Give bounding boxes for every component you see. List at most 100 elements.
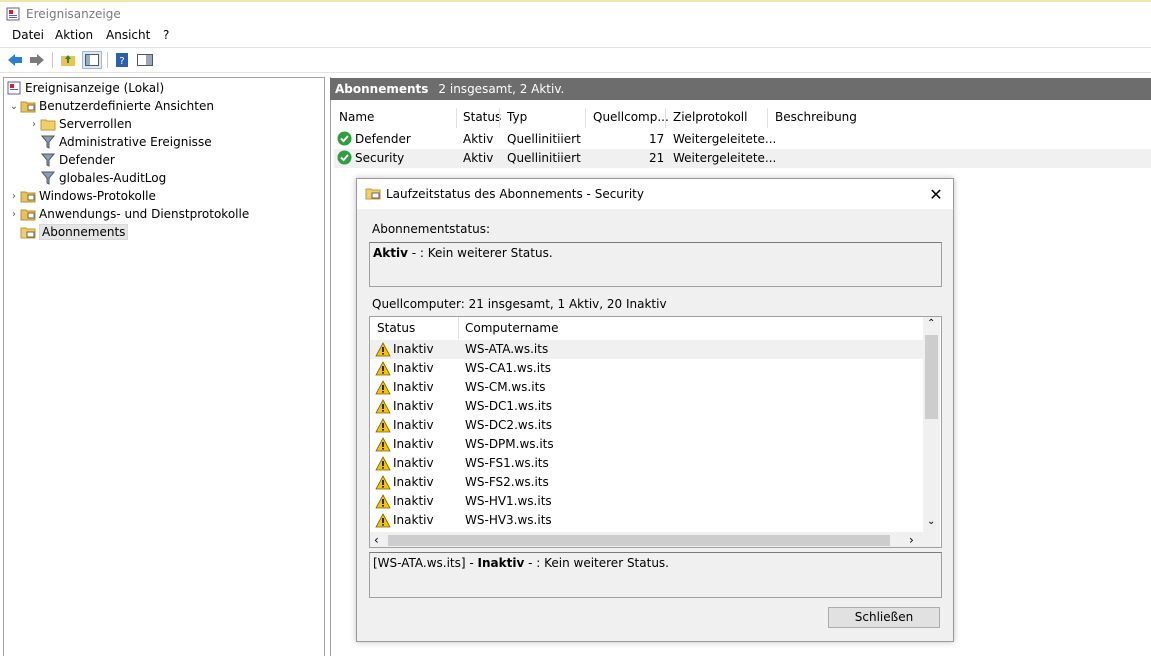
status-field[interactable]: Aktiv - : Kein weiterer Status. xyxy=(369,242,942,287)
menu-aktion[interactable]: Aktion xyxy=(55,28,93,42)
source-computers-label: Quellcomputer: 21 insgesamt, 1 Aktiv, 20… xyxy=(372,297,667,311)
column-header-source[interactable]: Quellcomp... xyxy=(593,110,669,128)
column-header-name[interactable]: Name xyxy=(339,110,374,128)
computer-name: WS-DC1.ws.its xyxy=(465,399,553,413)
window-title: Ereignisanzeige xyxy=(26,7,121,21)
title-bar: Ereignisanzeige xyxy=(0,0,1151,26)
subscription-type: Quellinitiiert xyxy=(507,151,581,165)
tree-label: Abonnements xyxy=(39,224,129,240)
computer-name: WS-DPM.ws.its xyxy=(465,437,554,451)
status-value: Aktiv - : Kein weiterer Status. xyxy=(373,246,553,260)
tree-node-root[interactable]: Ereignisanzeige (Lokal) xyxy=(6,79,164,97)
tree-node-defender[interactable]: Defender xyxy=(40,151,115,169)
toolbar-separator xyxy=(107,52,108,68)
folder-logs-icon xyxy=(20,188,36,204)
list-item[interactable]: Inaktiv WS-HV3.ws.its xyxy=(370,511,923,530)
column-separator[interactable] xyxy=(665,108,666,128)
detail-field[interactable]: [WS-ATA.ws.its] - Inaktiv - : Kein weite… xyxy=(369,552,942,598)
subscription-type: Quellinitiiert xyxy=(507,132,581,146)
subscription-folder-icon xyxy=(365,186,381,203)
tree-node-custom-views[interactable]: ⌄ Benutzerdefinierte Ansichten xyxy=(8,97,214,115)
menu-datei[interactable]: Datei xyxy=(12,28,44,42)
chevron-right-icon[interactable]: › xyxy=(28,119,40,130)
folder-views-icon xyxy=(20,98,36,114)
column-separator[interactable] xyxy=(767,108,768,128)
computer-name: WS-CM.ws.its xyxy=(465,380,546,394)
filter-icon xyxy=(40,134,56,150)
list-item[interactable]: Inaktiv WS-DPM.ws.its xyxy=(370,435,923,454)
table-row[interactable]: Defender Aktiv Quellinitiiert 17 Weiterg… xyxy=(334,130,1151,149)
warning-icon xyxy=(375,437,391,452)
list-item[interactable]: Inaktiv WS-FS1.ws.its xyxy=(370,454,923,473)
warning-icon xyxy=(375,418,391,433)
computer-name: WS-ATA.ws.its xyxy=(465,342,549,356)
list-header-computer[interactable]: Computername xyxy=(465,321,558,335)
console-tree-icon[interactable] xyxy=(82,51,102,69)
subscription-target: Weitergeleitete... xyxy=(673,132,777,146)
subscription-name: Security xyxy=(355,151,405,165)
action-pane-icon[interactable] xyxy=(136,52,154,68)
list-item[interactable]: Inaktiv WS-CA1.ws.its xyxy=(370,359,923,378)
warning-icon xyxy=(375,380,391,395)
table-row[interactable]: Security Aktiv Quellinitiiert 21 Weiterg… xyxy=(334,149,1151,168)
scroll-thumb[interactable] xyxy=(388,535,890,546)
computer-name: WS-FS2.ws.its xyxy=(465,475,549,489)
arrow-back-icon[interactable] xyxy=(6,52,24,68)
list-item[interactable]: Inaktiv WS-ATA.ws.its xyxy=(370,340,923,359)
tree-node-windows-logs[interactable]: › Windows-Protokolle xyxy=(8,187,156,205)
svg-text:?: ? xyxy=(119,56,124,67)
column-separator[interactable] xyxy=(585,108,586,128)
subscription-target: Weitergeleitete... xyxy=(673,151,777,165)
column-header-status[interactable]: Status xyxy=(463,110,501,128)
toolbar-separator xyxy=(52,52,53,68)
menu-ansicht[interactable]: Ansicht xyxy=(106,28,150,42)
dialog-title: Laufzeitstatus des Abonnements - Securit… xyxy=(386,187,644,201)
chevron-right-icon[interactable]: › xyxy=(8,191,20,202)
chevron-left-icon[interactable]: ‹ xyxy=(374,533,379,547)
chevron-down-icon[interactable]: ⌄ xyxy=(8,101,20,112)
computer-status: Inaktiv xyxy=(393,513,434,527)
computer-status: Inaktiv xyxy=(393,361,434,375)
close-button[interactable]: Schließen xyxy=(828,607,940,628)
help-icon[interactable]: ? xyxy=(113,52,131,68)
column-separator[interactable] xyxy=(456,108,457,128)
column-header-target[interactable]: Zielprotokoll xyxy=(673,110,747,128)
event-viewer-icon xyxy=(6,7,20,21)
chevron-right-icon[interactable]: › xyxy=(909,533,914,547)
dialog-title-bar: Laufzeitstatus des Abonnements - Securit… xyxy=(357,179,953,209)
chevron-down-icon[interactable]: ⌄ xyxy=(927,516,935,527)
list-header-status[interactable]: Status xyxy=(377,321,415,335)
tree-label: globales-AuditLog xyxy=(59,171,167,185)
warning-icon xyxy=(375,361,391,376)
horizontal-scrollbar[interactable]: ‹ › xyxy=(370,532,940,547)
menu-help[interactable]: ? xyxy=(163,28,169,42)
folder-logs-icon xyxy=(20,206,36,222)
chevron-up-icon[interactable]: ⌃ xyxy=(927,318,935,329)
column-header-type[interactable]: Typ xyxy=(507,110,527,128)
list-item[interactable]: Inaktiv WS-DC2.ws.its xyxy=(370,416,923,435)
vertical-scrollbar[interactable]: ⌃ ⌄ xyxy=(923,317,940,532)
computer-list[interactable]: Status Computername Inaktiv WS-ATA.ws.its… xyxy=(369,316,942,548)
computer-status: Inaktiv xyxy=(393,494,434,508)
tree-node-admin-events[interactable]: Administrative Ereignisse xyxy=(40,133,212,151)
tree-node-server-roles[interactable]: › Serverrollen xyxy=(28,115,132,133)
list-item[interactable]: Inaktiv WS-HV1.ws.its xyxy=(370,492,923,511)
list-item[interactable]: Inaktiv WS-CM.ws.its xyxy=(370,378,923,397)
tree-node-subscriptions[interactable]: Abonnements xyxy=(20,223,129,241)
column-separator[interactable] xyxy=(458,317,459,339)
column-header-description[interactable]: Beschreibung xyxy=(775,110,857,128)
column-separator[interactable] xyxy=(499,108,500,128)
tree-node-audit-log[interactable]: globales-AuditLog xyxy=(40,169,166,187)
chevron-right-icon[interactable]: › xyxy=(8,209,20,220)
tree-node-app-logs[interactable]: › Anwendungs- und Dienstprotokolle xyxy=(8,205,249,223)
detail-value: [WS-ATA.ws.its] - Inaktiv - : Kein weite… xyxy=(373,556,669,570)
scroll-thumb[interactable] xyxy=(925,335,938,419)
list-item[interactable]: Inaktiv WS-DC1.ws.its xyxy=(370,397,923,416)
close-icon[interactable]: ✕ xyxy=(924,183,948,205)
subscription-name: Defender xyxy=(355,132,411,146)
folder-up-icon[interactable] xyxy=(59,52,77,68)
computer-status: Inaktiv xyxy=(393,456,434,470)
arrow-forward-icon[interactable] xyxy=(28,52,46,68)
list-item[interactable]: Inaktiv WS-FS2.ws.its xyxy=(370,473,923,492)
tree-label: Administrative Ereignisse xyxy=(59,135,212,149)
